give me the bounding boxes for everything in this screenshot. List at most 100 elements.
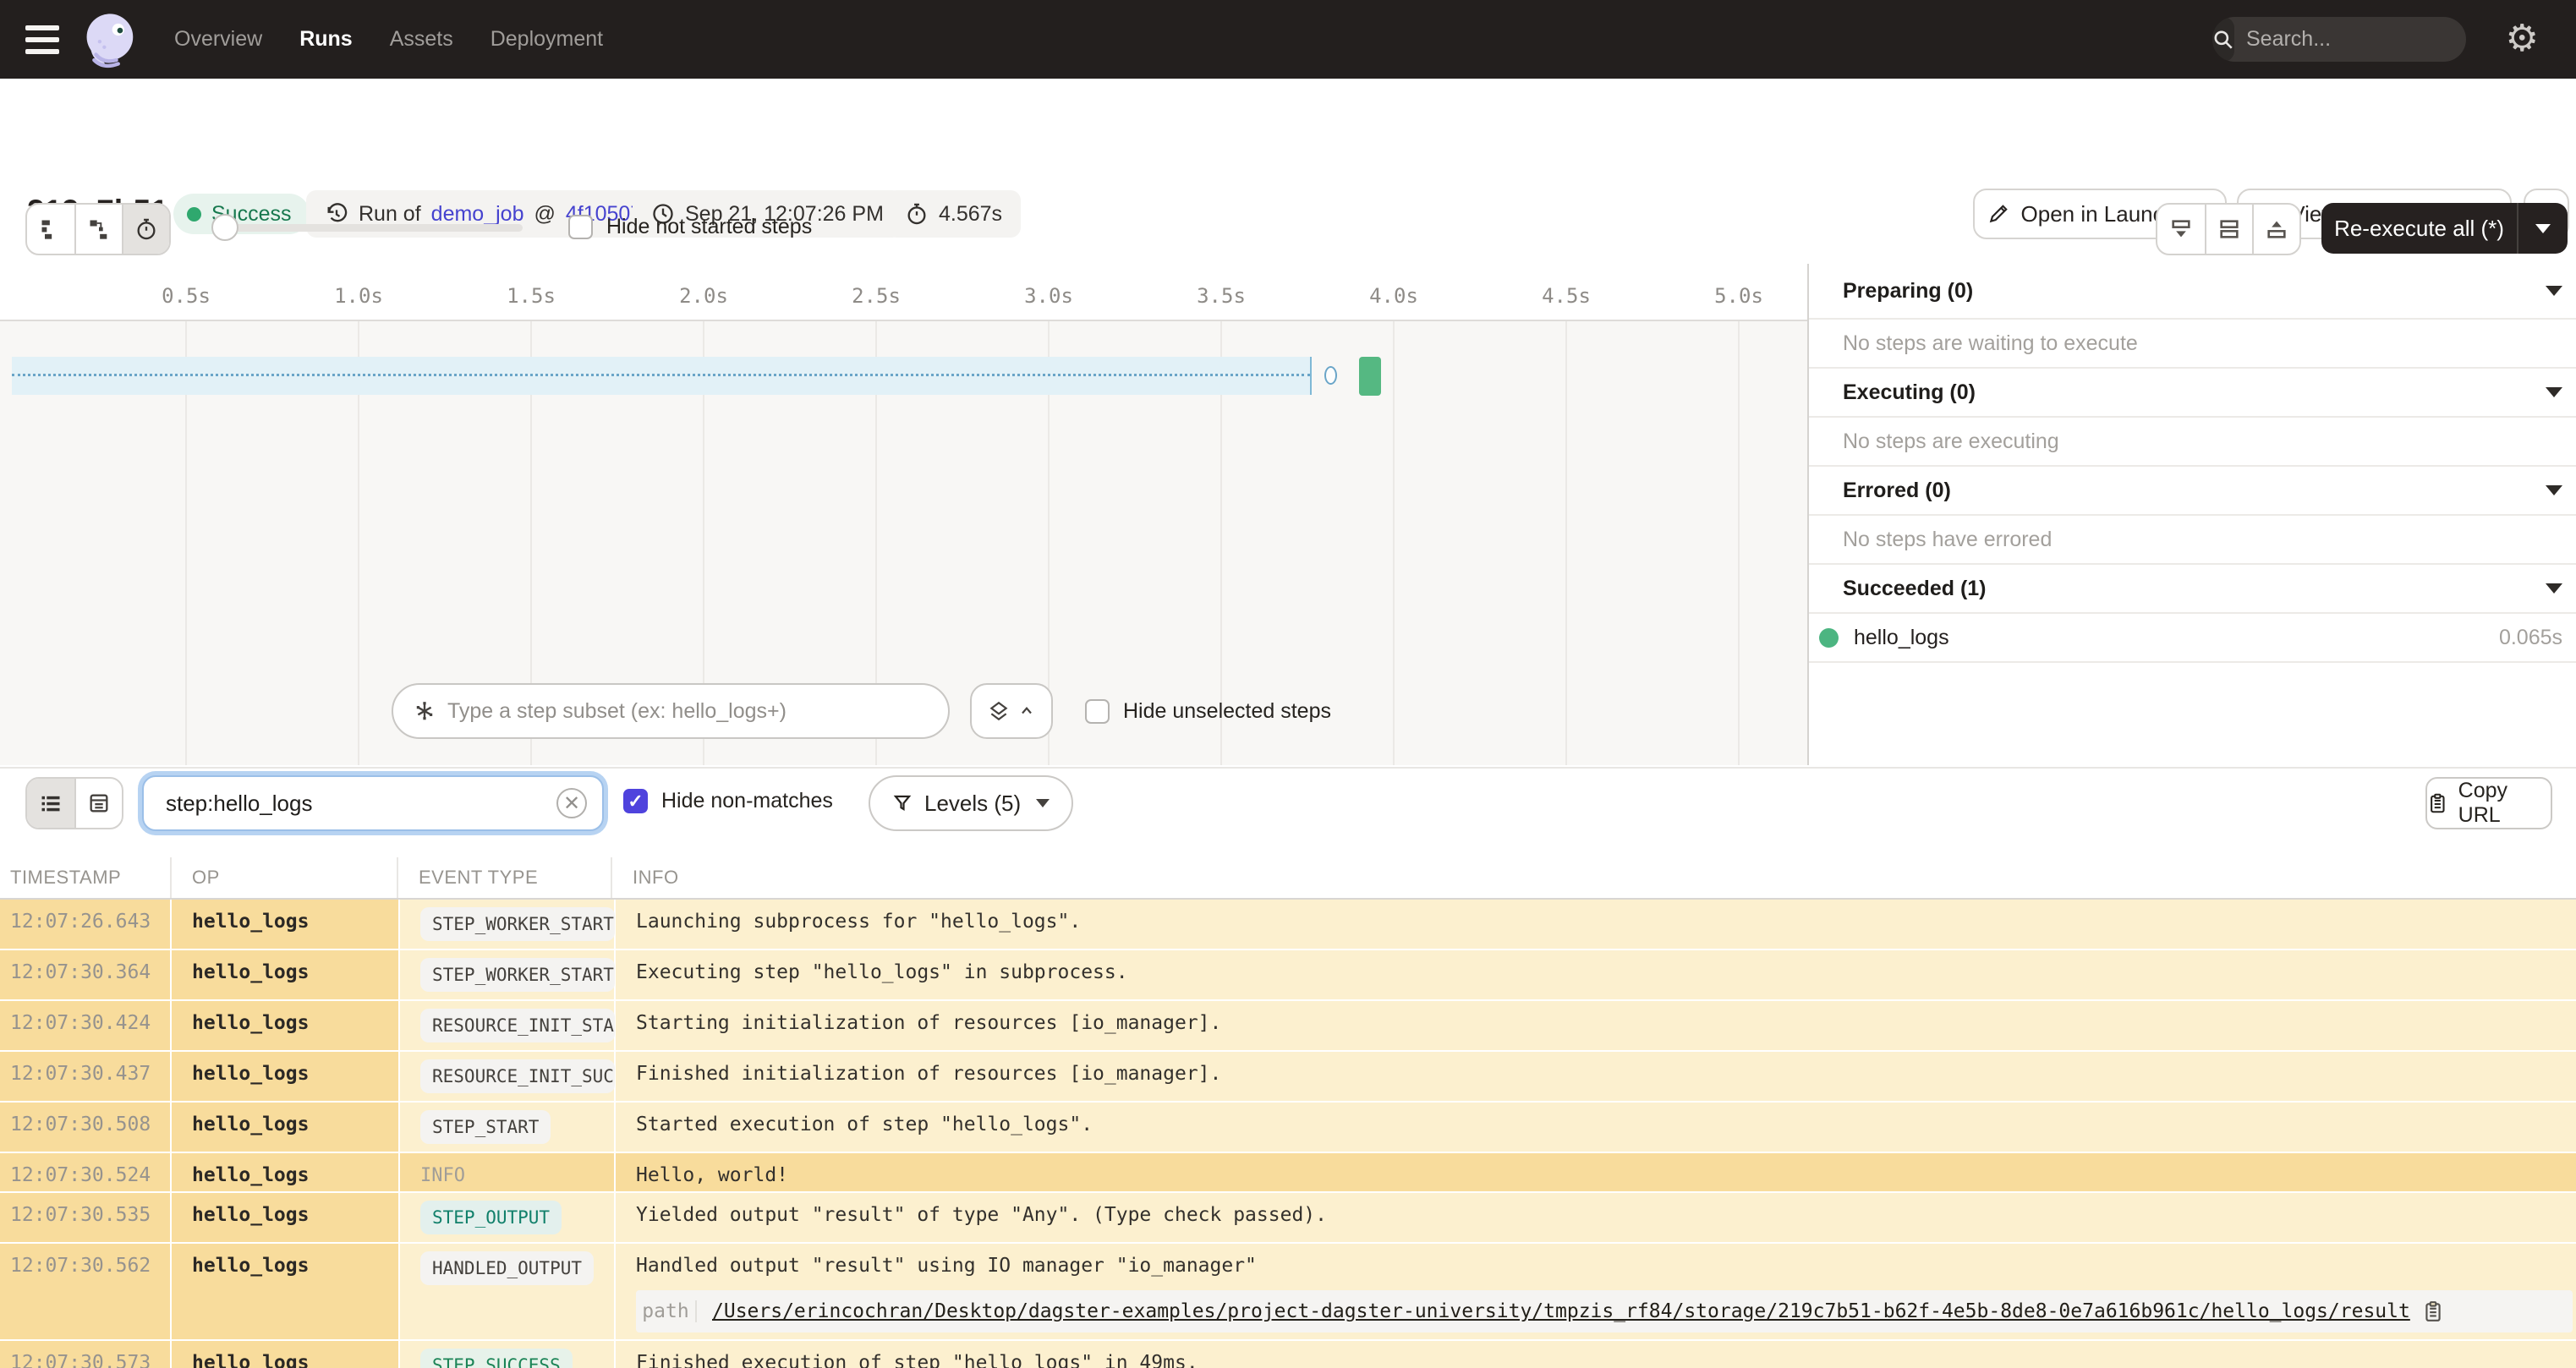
- log-row[interactable]: 12:07:30.524 hello_logs INFO Hello, worl…: [0, 1153, 2576, 1191]
- gantt-zoom-slider[interactable]: [211, 203, 523, 252]
- section-succeeded[interactable]: Succeeded (1): [1809, 565, 2576, 614]
- split-panes-button[interactable]: [2205, 205, 2252, 254]
- nav-item-overview[interactable]: Overview: [174, 27, 262, 52]
- section-errored[interactable]: Errored (0): [1809, 467, 2576, 516]
- pane-layout-toggle: [2156, 203, 2301, 255]
- clear-filter-icon[interactable]: ✕: [556, 788, 587, 818]
- nav-item-runs[interactable]: Runs: [299, 27, 353, 52]
- hide-unselected-control: Hide unselected steps: [1085, 698, 1331, 724]
- col-event-type[interactable]: EVENT TYPE: [397, 857, 611, 898]
- event-type-chip: STEP_SUCCESS: [420, 1349, 573, 1368]
- event-type-chip: STEP_OUTPUT: [420, 1201, 562, 1234]
- log-row[interactable]: 12:07:30.535 hello_logs STEP_OUTPUT Yiel…: [0, 1193, 2576, 1242]
- run-header: 219c7b51 Success Run of demo_job @ 4f105…: [0, 79, 2576, 239]
- hide-not-started-label: Hide not started steps: [606, 215, 813, 238]
- log-row[interactable]: 12:07:26.643 hello_logs STEP_WORKER_STAR…: [0, 900, 2576, 949]
- step-subset-input[interactable]: [447, 698, 928, 724]
- hide-nonmatches-label: Hide non-matches: [661, 789, 833, 813]
- hide-not-started-control: Hide not started steps: [568, 215, 812, 239]
- log-row[interactable]: 12:07:30.424 hello_logs RESOURCE_INIT_ST…: [0, 1001, 2576, 1050]
- dagster-logo-icon[interactable]: [81, 10, 140, 69]
- step-subset-controls: Hide unselected steps: [392, 683, 1331, 739]
- col-op[interactable]: OP: [170, 857, 397, 898]
- gantt-view-mode-toggle: [25, 203, 171, 255]
- event-type-chip: STEP_WORKER_STARTED: [420, 958, 615, 992]
- col-info[interactable]: INFO: [611, 857, 2576, 898]
- executing-empty-message: No steps are executing: [1809, 418, 2576, 467]
- view-flat-button[interactable]: [27, 205, 74, 254]
- hide-unselected-checkbox[interactable]: [1085, 698, 1110, 724]
- hide-unselected-label: Hide unselected steps: [1123, 698, 1331, 723]
- leader-dotted-line: [12, 374, 1310, 376]
- log-filter-field[interactable]: ✕: [142, 775, 604, 831]
- event-type-plain: INFO: [420, 1165, 465, 1186]
- log-list-view-button[interactable]: [27, 779, 74, 828]
- axis-tick: 1.0s: [334, 284, 383, 308]
- pane-up-icon: [2267, 221, 2286, 238]
- axis-tick: 3.5s: [1197, 284, 1246, 308]
- log-row[interactable]: 12:07:30.437 hello_logs RESOURCE_INIT_SU…: [0, 1052, 2576, 1101]
- step-duration: 0.065s: [2498, 625, 2562, 649]
- section-preparing[interactable]: Preparing (0): [1809, 264, 2576, 320]
- output-path-link[interactable]: /Users/erincochran/Desktop/dagster-examp…: [712, 1300, 2410, 1322]
- event-type-chip: STEP_WORKER_STARTI…: [420, 907, 615, 941]
- reexecute-dropdown-button[interactable]: [2518, 223, 2568, 233]
- global-search[interactable]: /: [2212, 17, 2466, 62]
- log-filter-input[interactable]: [166, 790, 556, 817]
- axis-tick: 5.0s: [1714, 284, 1763, 308]
- step-subset-field[interactable]: [392, 683, 950, 739]
- event-type-chip: STEP_START: [420, 1110, 551, 1144]
- log-row[interactable]: 12:07:30.364 hello_logs STEP_WORKER_STAR…: [0, 950, 2576, 999]
- hide-not-started-checkbox[interactable]: [568, 215, 593, 239]
- section-executing[interactable]: Executing (0): [1809, 369, 2576, 418]
- levels-filter-button[interactable]: Levels (5): [869, 775, 1074, 831]
- slider-track[interactable]: [223, 224, 523, 232]
- top-nav: Overview Runs Assets Deployment / ⚙: [0, 0, 2576, 79]
- log-view-toggle: [25, 777, 123, 829]
- log-row[interactable]: 12:07:30.508 hello_logs STEP_START Start…: [0, 1103, 2576, 1152]
- pencil-icon: [1989, 205, 2008, 223]
- run-duration-pill: 4.567s: [886, 190, 1022, 238]
- expand-top-pane-button[interactable]: [2252, 205, 2299, 254]
- slider-handle[interactable]: [211, 214, 238, 241]
- preparing-empty-message: No steps are waiting to execute: [1809, 320, 2576, 369]
- search-input[interactable]: [2234, 27, 2466, 52]
- nav-items: Overview Runs Assets Deployment: [174, 27, 603, 52]
- succeeded-step-row[interactable]: hello_logs 0.065s: [1809, 614, 2576, 663]
- dagster-run-page: Overview Runs Assets Deployment / ⚙ 219c…: [0, 0, 2576, 1368]
- event-type-chip: HANDLED_OUTPUT: [420, 1251, 595, 1285]
- output-path-box: path /Users/erincochran/Desktop/dagster-…: [636, 1290, 2573, 1332]
- view-waterfall-button[interactable]: [74, 205, 122, 254]
- nav-item-assets[interactable]: Assets: [390, 27, 453, 52]
- gantt-time-axis: 0.5s 1.0s 1.5s 2.0s 2.5s 3.0s 3.5s 4.0s …: [0, 264, 1807, 320]
- success-dot-icon: [1819, 627, 1839, 648]
- log-table: TIMESTAMP OP EVENT TYPE INFO 12:07:26.64…: [0, 857, 2576, 1368]
- reexecute-all-button[interactable]: Re-execute all (*): [2321, 203, 2568, 254]
- axis-tick: 4.0s: [1369, 284, 1418, 308]
- hamburger-menu-icon[interactable]: [0, 0, 81, 79]
- log-row[interactable]: 12:07:30.562 hello_logs HANDLED_OUTPUT H…: [0, 1244, 2576, 1339]
- settings-gear-icon[interactable]: ⚙: [2506, 15, 2539, 63]
- col-timestamp[interactable]: TIMESTAMP: [0, 857, 170, 898]
- view-timed-button[interactable]: [122, 205, 169, 254]
- nav-item-deployment[interactable]: Deployment: [491, 27, 603, 52]
- search-icon: [2212, 17, 2234, 62]
- log-structured-view-button[interactable]: [74, 779, 122, 828]
- graph-query-options-button[interactable]: [970, 683, 1053, 739]
- axis-tick: 2.0s: [679, 284, 728, 308]
- step-name: hello_logs: [1854, 625, 1949, 649]
- at-symbol: @: [534, 201, 556, 226]
- chevron-up-small-icon: [1022, 707, 1032, 714]
- gantt-plot-area: Hide unselected steps: [0, 321, 1807, 765]
- step-success-bar[interactable]: [1359, 357, 1381, 396]
- expand-bottom-pane-button[interactable]: [2157, 205, 2205, 254]
- hide-nonmatches-checkbox[interactable]: ✓: [623, 789, 648, 813]
- log-row[interactable]: 12:07:30.573 hello_logs STEP_SUCCESS Fin…: [0, 1341, 2576, 1368]
- chevron-down-icon: [1036, 799, 1050, 807]
- pane-down-icon: [2172, 220, 2190, 238]
- copy-path-icon[interactable]: [2422, 1300, 2444, 1322]
- list-view-icon: [41, 796, 60, 812]
- op-selector-icon: [416, 702, 433, 720]
- errored-empty-message: No steps have errored: [1809, 516, 2576, 565]
- copy-url-button[interactable]: Copy URL: [2425, 777, 2552, 829]
